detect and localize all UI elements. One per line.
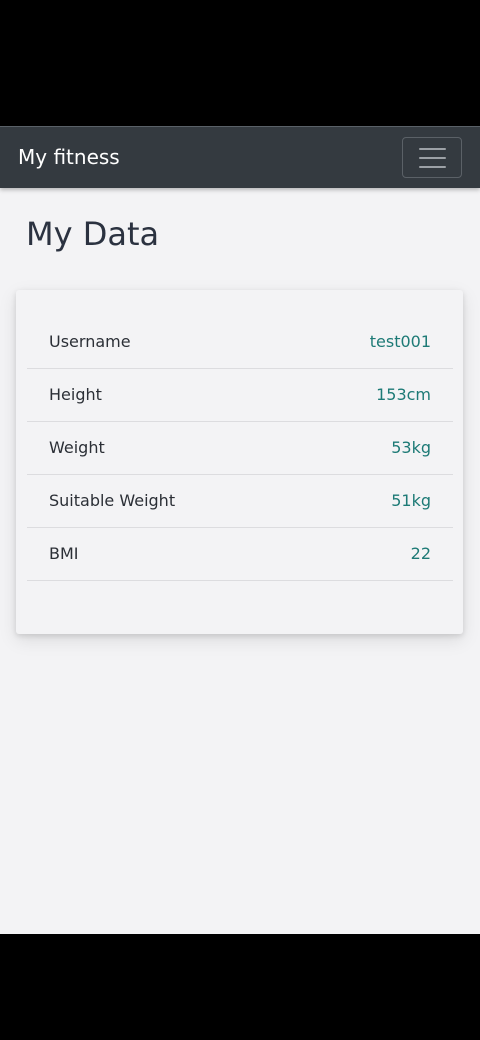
data-row-suitable-weight: Suitable Weight 51kg bbox=[27, 475, 453, 528]
row-value: 153cm bbox=[376, 385, 431, 404]
data-row-bmi: BMI 22 bbox=[27, 528, 453, 581]
profile-data-list: Username test001 Height 153cm Weight 53k… bbox=[27, 316, 453, 581]
row-value: 53kg bbox=[391, 438, 431, 457]
row-label: Username bbox=[49, 332, 131, 351]
navbar: My fitness bbox=[0, 126, 480, 188]
row-label: Height bbox=[49, 385, 102, 404]
row-value: 22 bbox=[410, 544, 431, 563]
page-title: My Data bbox=[26, 215, 160, 253]
row-label: Weight bbox=[49, 438, 105, 457]
row-value: 51kg bbox=[391, 491, 431, 510]
profile-data-card: Username test001 Height 153cm Weight 53k… bbox=[16, 290, 463, 634]
data-row-username: Username test001 bbox=[27, 316, 453, 369]
navbar-brand[interactable]: My fitness bbox=[18, 145, 120, 169]
app-screen: My fitness My Data Username test001 Heig… bbox=[0, 126, 480, 934]
row-value: test001 bbox=[369, 332, 431, 351]
row-label: Suitable Weight bbox=[49, 491, 176, 510]
data-row-weight: Weight 53kg bbox=[27, 422, 453, 475]
row-label: BMI bbox=[49, 544, 79, 563]
data-row-height: Height 153cm bbox=[27, 369, 453, 422]
navbar-toggle-button[interactable] bbox=[402, 137, 462, 178]
hamburger-menu-icon bbox=[419, 148, 446, 168]
